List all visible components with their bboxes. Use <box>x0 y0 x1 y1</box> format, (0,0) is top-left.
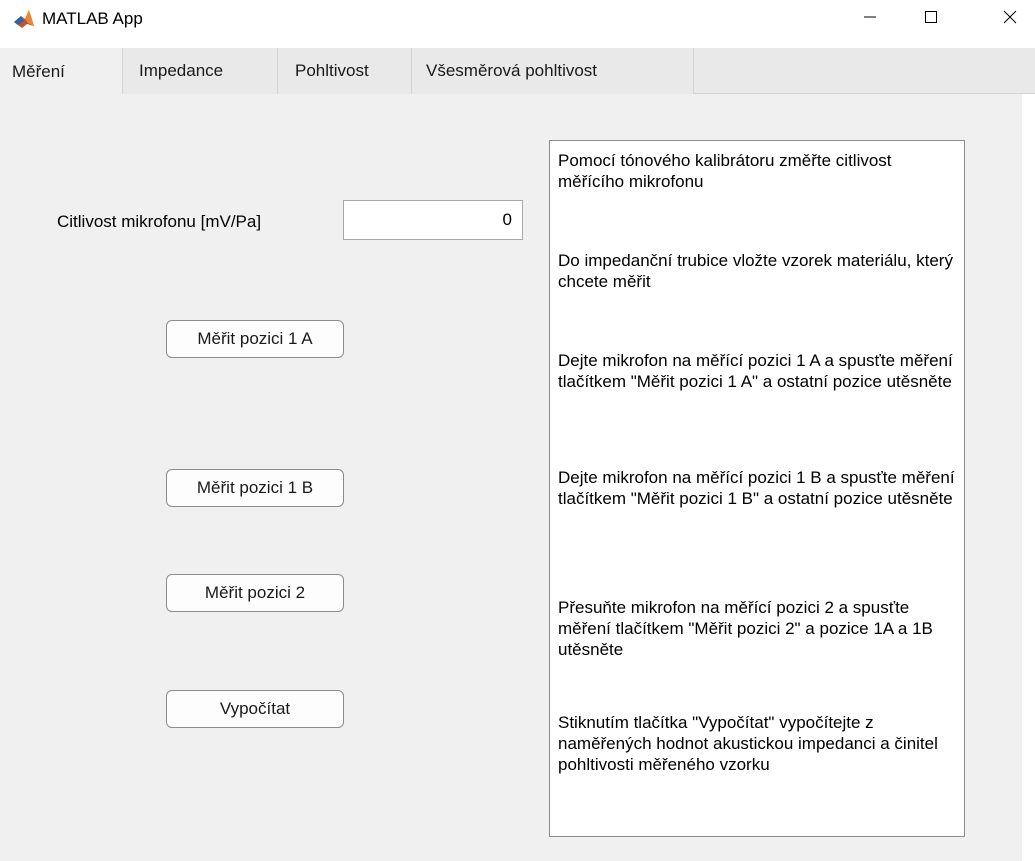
maximize-icon <box>923 9 939 30</box>
tab-impedance[interactable]: Impedance <box>123 48 278 94</box>
title-bar: MATLAB App <box>0 0 1035 38</box>
window-title: MATLAB App <box>42 9 143 28</box>
tab-pohltivost[interactable]: Pohltivost <box>278 48 412 94</box>
tab-label: Pohltivost <box>295 61 369 80</box>
instruction-calculate: Stiknutím tlačítka "Vypočítat" vypočítej… <box>558 713 938 774</box>
panel-edge <box>1022 94 1035 861</box>
tab-mereni[interactable]: Měření <box>0 48 123 95</box>
measure-position-1a-button[interactable]: Měřit pozici 1 A <box>166 320 344 358</box>
minimize-icon <box>862 9 878 30</box>
calculate-button[interactable]: Vypočítat <box>166 690 344 728</box>
close-button[interactable] <box>987 0 1033 38</box>
sensitivity-label: Citlivost mikrofonu [mV/Pa] <box>57 212 262 231</box>
instruction-position-2: Přesuňte mikrofon na měřící pozici 2 a s… <box>558 598 933 659</box>
instruction-position-1a: Dejte mikrofon na měřící pozici 1 A a sp… <box>558 351 953 391</box>
tab-label: Impedance <box>139 61 224 80</box>
tab-label: Měření <box>12 61 65 81</box>
tab-label: Všesměrová pohltivost <box>426 61 598 80</box>
matlab-logo-icon <box>14 10 34 28</box>
close-icon <box>1002 9 1018 30</box>
instruction-insert-sample: Do impedanční trubice vložte vzorek mate… <box>558 251 953 291</box>
measure-position-1b-button[interactable]: Měřit pozici 1 B <box>166 469 344 507</box>
instruction-calibrate: Pomocí tónového kalibrátoru změřte citli… <box>558 151 892 191</box>
instruction-position-1b: Dejte mikrofon na měřící pozici 1 B a sp… <box>558 468 955 508</box>
minimize-button[interactable] <box>847 0 893 38</box>
sensitivity-input[interactable] <box>343 200 523 240</box>
tab-vsesmerova-pohltivost[interactable]: Všesměrová pohltivost <box>412 48 694 94</box>
maximize-button[interactable] <box>908 0 954 38</box>
measure-position-2-button[interactable]: Měřit pozici 2 <box>166 574 344 612</box>
